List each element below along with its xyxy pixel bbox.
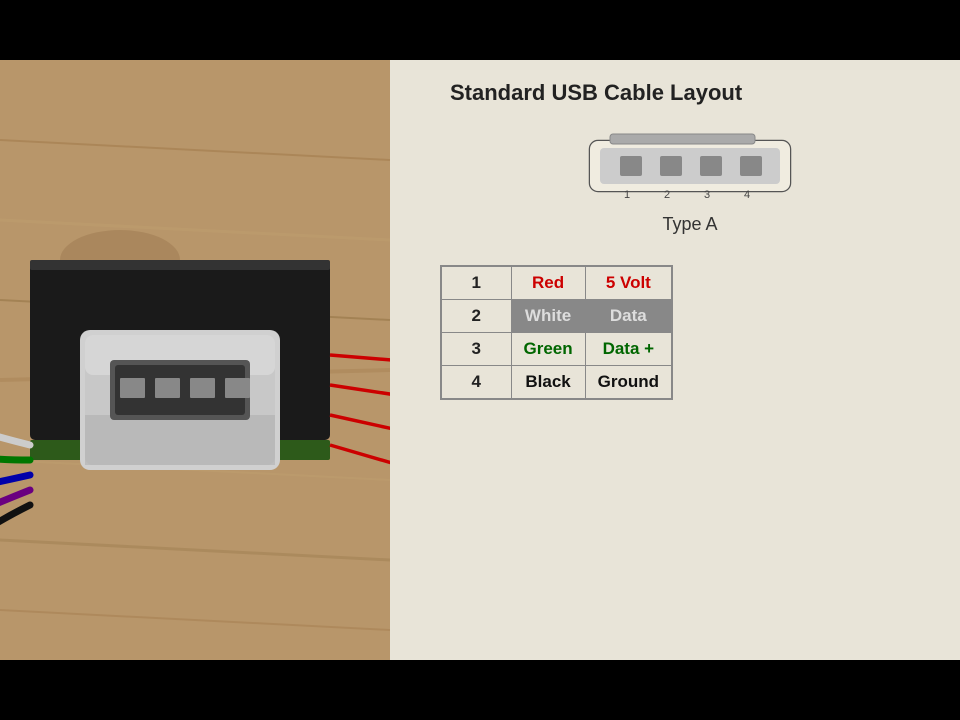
content-area: ✕ Standard USB Cable Layout xyxy=(0,60,960,660)
svg-text:4: 4 xyxy=(744,189,750,201)
diagram-title: Standard USB Cable Layout xyxy=(450,80,940,106)
pin-function: 5 Volt xyxy=(585,266,672,300)
pin-number: 1 xyxy=(441,266,511,300)
photo-background: ✕ xyxy=(0,60,390,660)
pin-color-name: White xyxy=(511,300,585,333)
pin-number: 3 xyxy=(441,333,511,366)
pin-number: 2 xyxy=(441,300,511,333)
bottom-bar xyxy=(0,660,960,720)
pin-color-name: Red xyxy=(511,266,585,300)
usb-plug-diagram-svg: 1 2 3 4 xyxy=(580,126,800,206)
top-bar xyxy=(0,0,960,60)
table-row: 3GreenData + xyxy=(441,333,672,366)
main-container: ✕ Standard USB Cable Layout xyxy=(0,0,960,720)
connector-photo-svg xyxy=(0,60,390,660)
pin-number: 4 xyxy=(441,366,511,400)
table-row: 1Red5 Volt xyxy=(441,266,672,300)
svg-text:1: 1 xyxy=(624,189,630,201)
usb-connector-diagram: 1 2 3 4 Type A xyxy=(440,126,940,250)
pin-function: Data + xyxy=(585,333,672,366)
pin-color-name: Black xyxy=(511,366,585,400)
diagram-side: Standard USB Cable Layout xyxy=(390,60,960,660)
pin-table: 1Red5 Volt2WhiteData3GreenData +4BlackGr… xyxy=(440,265,673,400)
type-label: Type A xyxy=(662,214,717,235)
photo-side: ✕ xyxy=(0,60,390,660)
pin-function: Ground xyxy=(585,366,672,400)
svg-text:2: 2 xyxy=(664,189,670,201)
pin-function: Data xyxy=(585,300,672,333)
table-row: 4BlackGround xyxy=(441,366,672,400)
pin-color-name: Green xyxy=(511,333,585,366)
svg-text:3: 3 xyxy=(704,189,710,201)
table-row: 2WhiteData xyxy=(441,300,672,333)
